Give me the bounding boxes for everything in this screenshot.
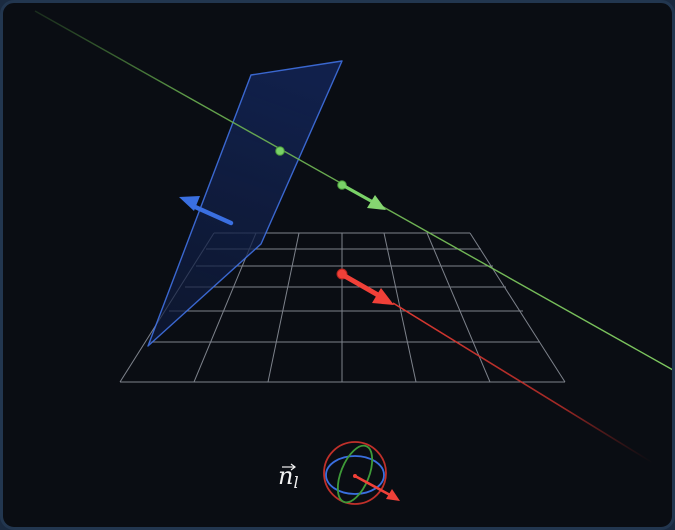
label-subscript: l — [293, 473, 298, 492]
line-plane-intersection-point[interactable] — [275, 146, 285, 156]
grid-line-cross-2 — [267, 232, 300, 383]
grid-line-cross-5 — [426, 232, 491, 383]
gizmo-center — [353, 474, 357, 478]
red-direction-shaft — [340, 272, 381, 298]
arrow-icon — [372, 288, 394, 305]
arrow-icon — [367, 195, 386, 210]
rotation-gizmo-icon[interactable] — [323, 441, 400, 507]
line-direction-arrow[interactable] — [337, 180, 386, 210]
red-ray[interactable] — [392, 302, 654, 464]
normal-vector-label: nl — [278, 462, 299, 492]
label-main: n — [278, 462, 293, 490]
line-direction-shaft — [342, 184, 373, 203]
svg-text:nl: nl — [278, 462, 299, 492]
plane-surface[interactable] — [147, 60, 343, 347]
scene-canvas[interactable]: nl — [3, 3, 675, 530]
viewport-frame: nl — [0, 0, 675, 530]
